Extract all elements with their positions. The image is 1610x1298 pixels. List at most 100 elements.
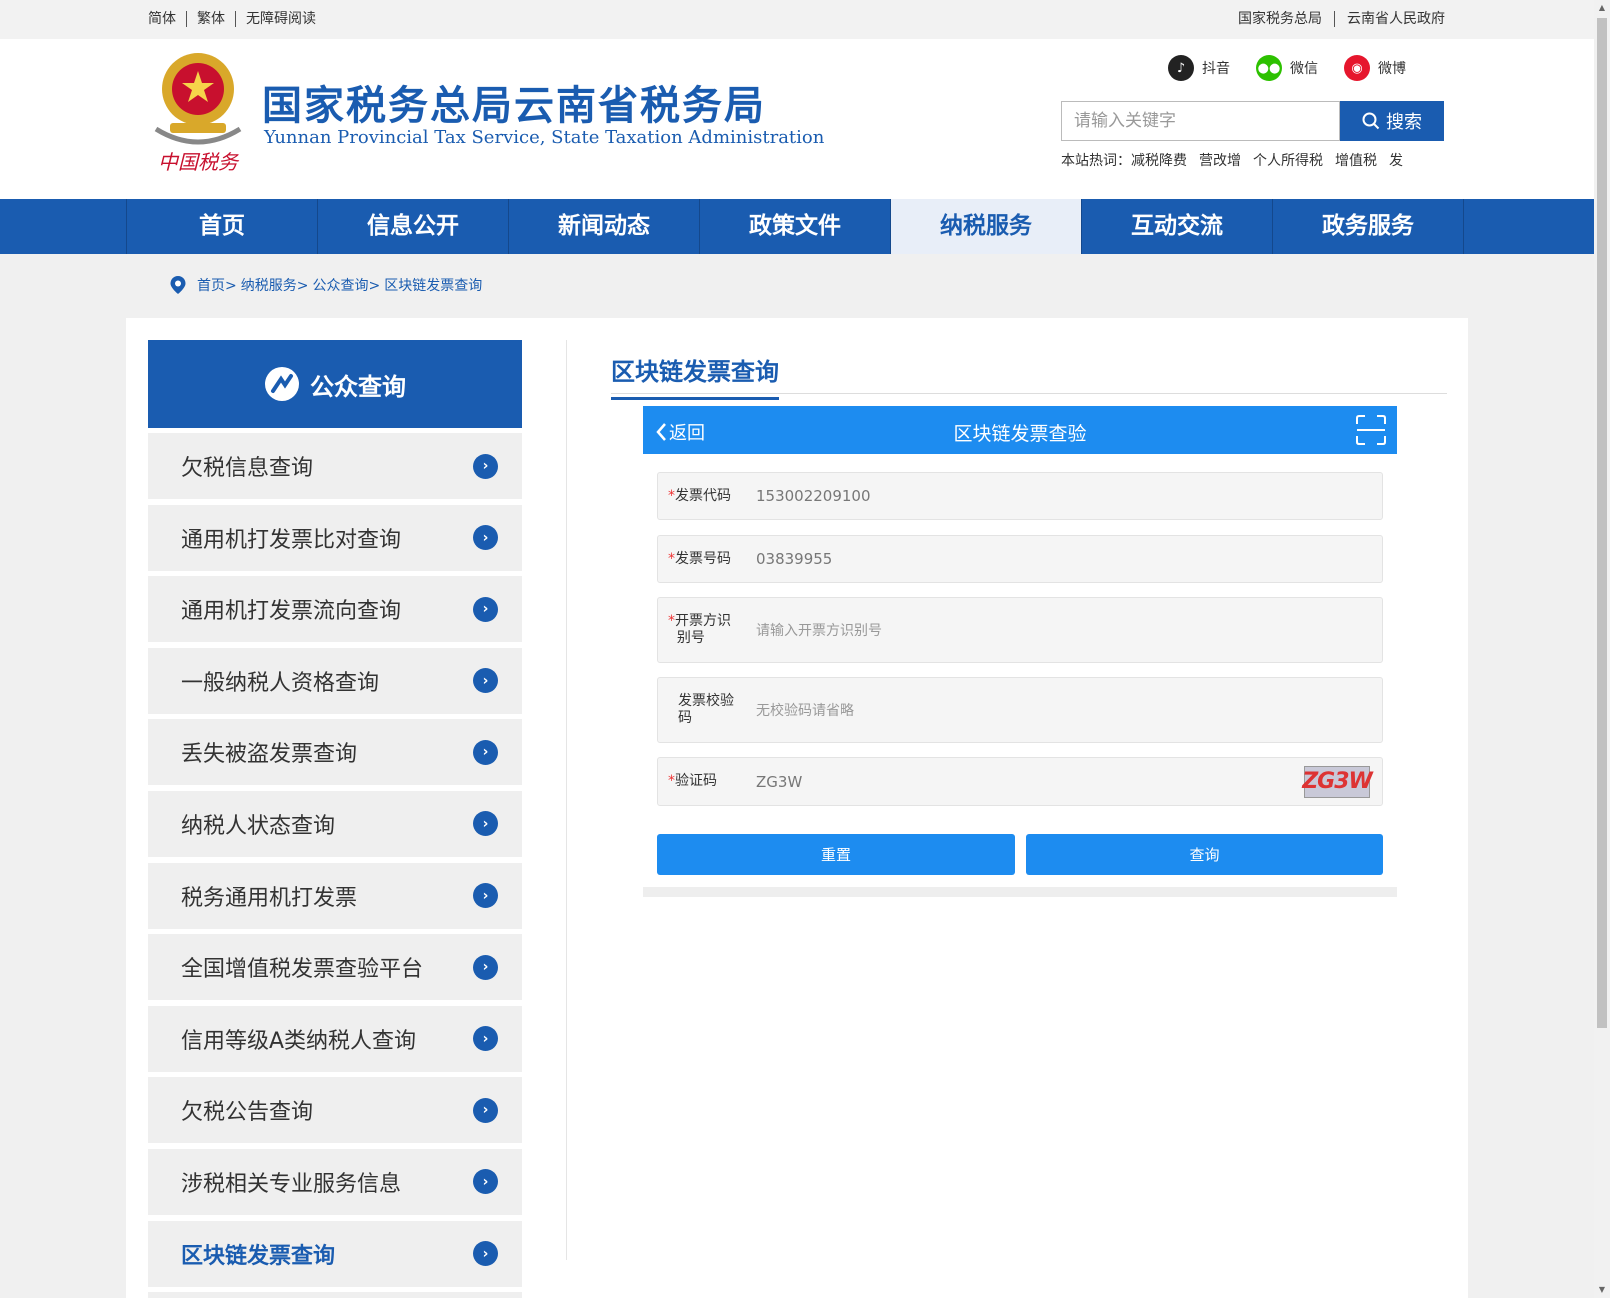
sidebar-header: 公众查询 [148,340,522,428]
search-icon [1362,112,1380,130]
main-nav: 首页 信息公开 新闻动态 政策文件 纳税服务 互动交流 政务服务 [0,199,1594,254]
sidebar-item-invoice-compare[interactable]: 通用机打发票比对查询 › [148,504,522,571]
form-footer-strip [643,887,1397,897]
external-links: 国家税务总局 云南省人民政府 [1226,11,1445,27]
sidebar-item-label: 涉税相关专业服务信息 [181,1171,402,1197]
scrollbar-thumb[interactable] [1597,18,1607,1028]
sidebar-item-label: 全国增值税发票查验平台 [181,957,424,983]
sidebar-item-invoice-flow[interactable]: 通用机打发票流向查询 › [148,576,522,643]
captcha-field[interactable]: *验证码 ZG3W ZG3W [657,757,1383,806]
captcha-input[interactable]: ZG3W [756,773,1304,791]
sidebar-item-label: 丢失被盗发票查询 [181,742,358,768]
sidebar-item-partial [148,1292,522,1298]
title-divider [611,393,1447,394]
search-button-label: 搜索 [1386,112,1422,133]
column-divider [566,340,567,1260]
wechat-link[interactable]: ●● 微信 [1256,55,1318,81]
sidebar-item-taxpayer-status[interactable]: 纳税人状态查询 › [148,790,522,857]
site-subtitle: Yunnan Provincial Tax Service, State Tax… [264,127,825,148]
issuer-id-input[interactable]: 请输入开票方识别号 [756,620,1382,640]
invoice-code-value[interactable]: 153002209100 [756,487,1382,505]
scroll-down-icon[interactable]: ▼ [1594,1282,1610,1298]
breadcrumb-public-query[interactable]: 公众查询> [312,275,380,295]
simplified-chinese-link[interactable]: 简体 [148,11,187,27]
invoice-number-label: *发票号码 [668,550,731,567]
sidebar-item-credit-a[interactable]: 信用等级A类纳税人查询 › [148,1005,522,1072]
hot-word[interactable]: 增值税 [1335,150,1377,170]
issuer-id-label: *开票方识 别号 [668,613,731,646]
chevron-right-icon: › [473,1097,498,1123]
wechat-label: 微信 [1290,61,1318,77]
sidebar-item-label: 纳税人状态查询 [181,813,336,839]
sidebar-item-label: 税务通用机打发票 [181,885,358,911]
sidebar-item-machine-invoice[interactable]: 税务通用机打发票 › [148,862,522,929]
query-button[interactable]: 查询 [1026,834,1383,875]
traditional-chinese-link[interactable]: 繁体 [187,11,236,27]
national-emblem-logo[interactable]: 中国税务 [148,47,248,175]
site-header: 中国税务 国家税务总局云南省税务局 Yunnan Provincial Tax … [0,39,1594,199]
invoice-number-value[interactable]: 03839955 [756,550,1382,568]
sidebar-item-lost-invoice[interactable]: 丢失被盗发票查询 › [148,719,522,786]
scan-icon[interactable] [1355,414,1387,446]
nav-item-gov-service[interactable]: 政务服务 [1273,199,1464,254]
hot-word[interactable]: 营改增 [1199,150,1241,170]
search-input[interactable] [1061,101,1340,141]
sidebar-title: 公众查询 [310,372,406,401]
breadcrumb-current: 区块链发票查询 [384,278,483,294]
chevron-right-icon: › [473,883,498,909]
chevron-right-icon: › [473,453,498,479]
douyin-link[interactable]: ♪ 抖音 [1168,55,1230,81]
douyin-label: 抖音 [1202,61,1230,77]
hot-word[interactable]: 个人所得税 [1253,150,1323,170]
sidebar-item-vat-verify[interactable]: 全国增值税发票查验平台 › [148,934,522,1001]
social-links: ♪ 抖音 ●● 微信 ◉ 微博 [1168,55,1406,81]
nav-item-policy[interactable]: 政策文件 [700,199,891,254]
captcha-label: *验证码 [668,773,717,789]
chevron-right-icon: › [473,668,498,694]
weibo-label: 微博 [1378,61,1406,77]
provincial-gov-link[interactable]: 云南省人民政府 [1335,11,1445,27]
search-button[interactable]: 搜索 [1340,101,1444,141]
sidebar-item-tax-arrears[interactable]: 欠税信息查询 › [148,433,522,499]
top-utility-bar: 简体 繁体 无障碍阅读 国家税务总局 云南省人民政府 [0,0,1594,39]
public-query-icon [265,367,299,401]
page-scrollbar[interactable]: ▲ ▼ [1594,0,1610,1298]
reset-button[interactable]: 重置 [657,834,1015,875]
sidebar-item-arrears-notice[interactable]: 欠税公告查询 › [148,1077,522,1144]
breadcrumb-tax-service[interactable]: 纳税服务> [241,275,309,295]
form-title: 区块链发票查验 [953,423,1087,445]
weibo-icon: ◉ [1344,55,1370,81]
accessibility-link[interactable]: 无障碍阅读 [236,11,326,27]
check-code-field[interactable]: 发票校验码 无校验码请省略 [657,677,1383,743]
scroll-up-icon[interactable]: ▲ [1594,0,1610,16]
nav-item-news[interactable]: 新闻动态 [509,199,700,254]
invoice-code-label: *发票代码 [668,487,731,504]
issuer-id-field[interactable]: *开票方识 别号 请输入开票方识别号 [657,597,1383,663]
nav-item-home[interactable]: 首页 [127,199,318,254]
douyin-icon: ♪ [1168,55,1194,81]
sidebar-menu: 欠税信息查询 › 通用机打发票比对查询 › 通用机打发票流向查询 › 一般纳税人资格查… [148,433,522,1298]
invoice-code-field[interactable]: *发票代码 153002209100 [657,472,1383,520]
hot-word[interactable]: 减税降费 [1131,150,1187,170]
chevron-right-icon: › [473,954,498,980]
chevron-right-icon: › [473,811,498,837]
breadcrumb-home[interactable]: 首页> [197,275,237,295]
chevron-right-icon: › [473,525,498,551]
check-code-input[interactable]: 无校验码请省略 [756,700,1382,720]
weibo-link[interactable]: ◉ 微博 [1344,55,1406,81]
site-search: 搜索 [1061,101,1444,141]
chevron-right-icon: › [473,1241,498,1267]
nav-item-tax-service[interactable]: 纳税服务 [891,199,1082,254]
nav-item-interaction[interactable]: 互动交流 [1082,199,1273,254]
sidebar-item-professional-service[interactable]: 涉税相关专业服务信息 › [148,1148,522,1215]
chevron-right-icon: › [473,596,498,622]
sidebar-item-blockchain-invoice[interactable]: 区块链发票查询 › [148,1220,522,1287]
captcha-image[interactable]: ZG3W [1302,765,1373,798]
invoice-number-field[interactable]: *发票号码 03839955 [657,535,1383,583]
language-links: 简体 繁体 无障碍阅读 [148,11,326,27]
hot-word[interactable]: 发 [1389,150,1403,170]
chevron-right-icon: › [473,739,498,765]
sidebar-item-general-taxpayer[interactable]: 一般纳税人资格查询 › [148,647,522,714]
sat-link[interactable]: 国家税务总局 [1226,11,1335,27]
nav-item-info-disclosure[interactable]: 信息公开 [318,199,509,254]
